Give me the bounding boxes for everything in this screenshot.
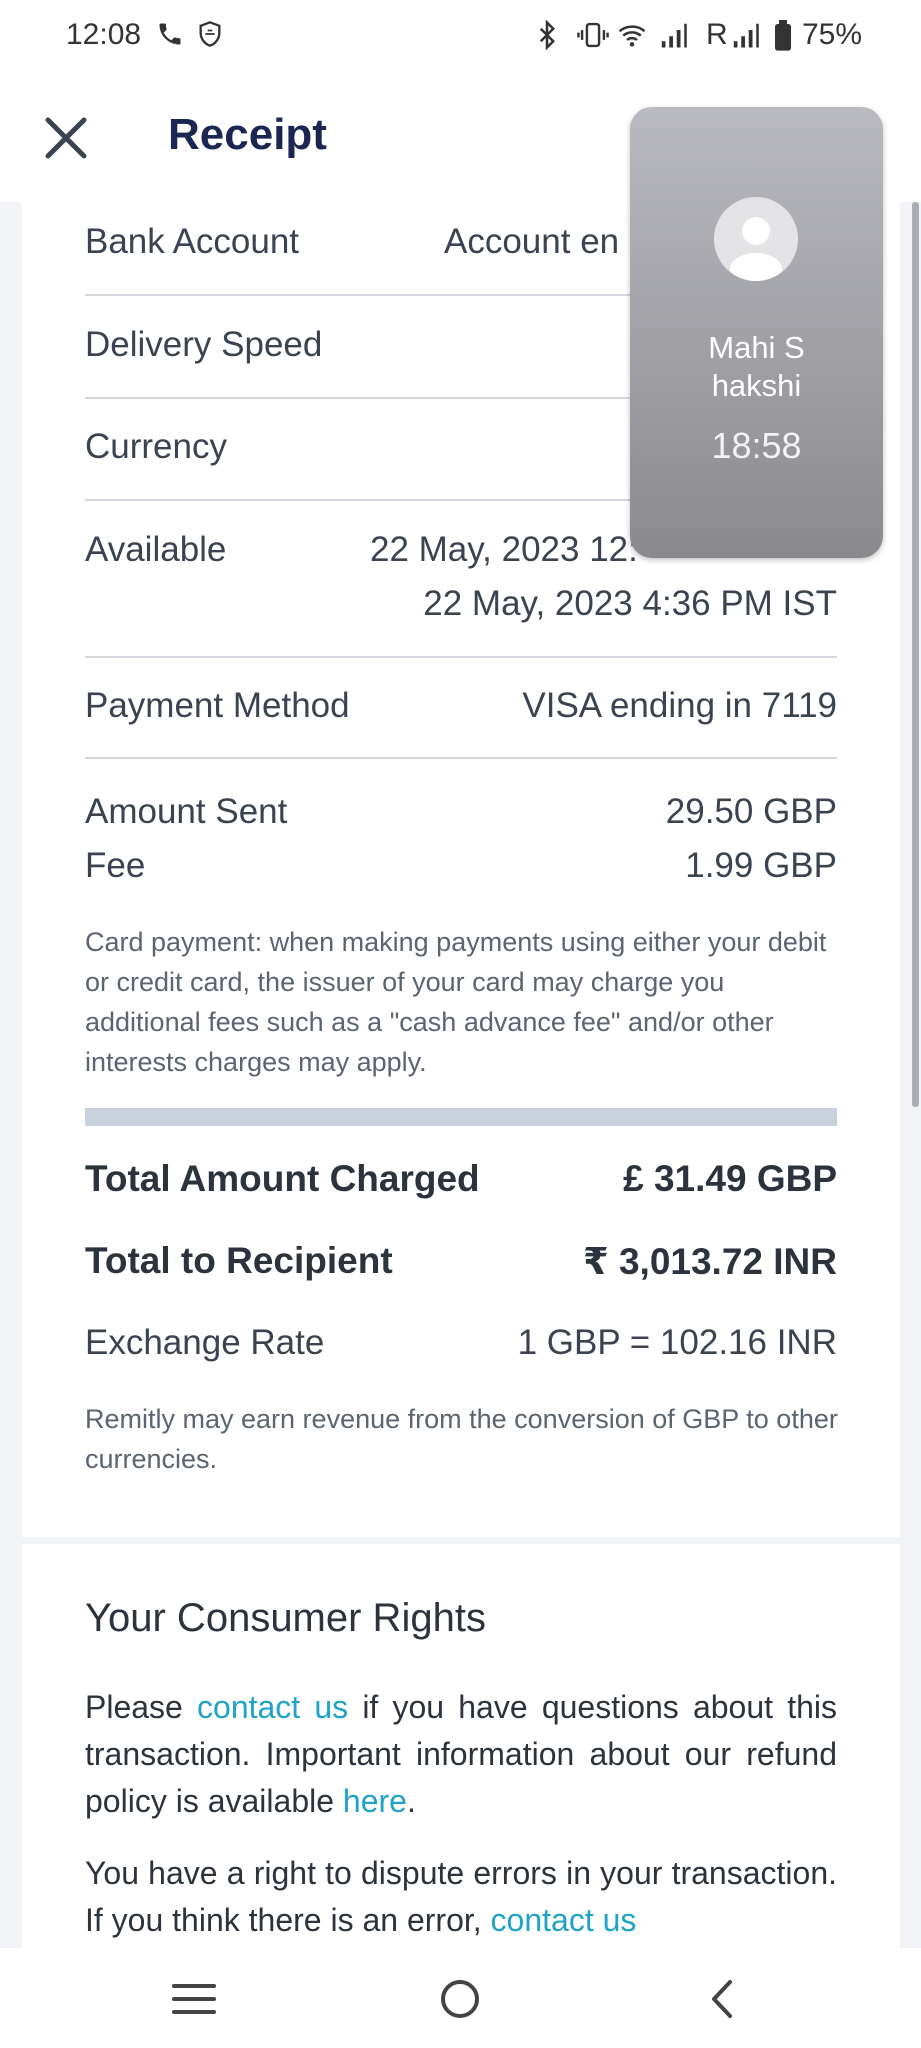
payment-method-label: Payment Method [85,686,350,725]
caller-name: Mahi S hakshi [630,329,883,405]
close-icon [45,117,87,159]
bank-account-label: Bank Account [85,222,300,261]
recent-apps-button[interactable] [164,1974,224,2024]
currency-label: Currency [85,427,227,466]
shield-icon [199,21,221,47]
fee-label: Fee [85,846,146,885]
available-value-line2: 22 May, 2023 4:36 PM IST [423,584,837,623]
phone-call-icon [159,23,181,45]
home-icon [441,1980,479,2018]
close-button[interactable] [38,110,94,166]
vibrate-icon [577,22,609,48]
card-payment-note: Card payment: when making payments using… [85,927,827,1077]
back-icon [712,1980,732,2018]
amount-sent-value: 29.50 GBP [665,792,837,831]
battery-icon [775,20,791,51]
system-nav-bar [0,1948,921,2048]
bank-account-value: Account en [444,222,620,261]
caller-avatar-icon [714,197,798,281]
signal-icon [661,23,687,48]
battery-percent: 75% [802,18,863,51]
para-text: . [406,1783,416,1819]
total-recipient-label: Total to Recipient [85,1240,393,1281]
fee-value: 1.99 GBP [685,846,837,885]
wifi-icon [618,25,646,47]
revenue-note: Remitly may earn revenue from the conver… [85,1404,838,1474]
status-bar: 12:08 R 75% [0,0,921,72]
scrollbar[interactable] [912,202,919,1107]
available-value-line1: 22 May, 2023 12: [370,530,638,569]
recent-apps-icon [172,1984,216,2014]
total-charged-value: £ 31.49 GBP [623,1158,837,1199]
caller-name-line1: Mahi S [708,330,805,365]
divider [85,656,837,658]
payment-method-value: VISA ending in 7119 [522,686,837,725]
refund-policy-link[interactable]: here [343,1783,407,1819]
total-recipient-value: ₹ 3,013.72 INR [582,1241,837,1282]
contact-us-link-2[interactable]: contact us [491,1902,637,1938]
divider [85,757,837,759]
contact-us-link[interactable]: contact us [197,1689,348,1725]
bluetooth-icon [539,20,556,50]
para-text: Please [85,1689,198,1725]
section-separator [85,1108,837,1126]
page-title: Receipt [168,110,327,159]
ongoing-call-bubble[interactable]: Mahi S hakshi 18:58 [630,107,883,558]
signal-icon-2 [733,23,759,48]
total-charged-label: Total Amount Charged [85,1158,480,1199]
home-button[interactable] [430,1974,490,2024]
consumer-rights-title: Your Consumer Rights [85,1596,486,1640]
para-text: You have a right to dispute errors in yo… [85,1855,837,1938]
call-duration: 18:58 [711,425,802,466]
delivery-speed-label: Delivery Speed [85,325,323,364]
consumer-rights-paragraph-2: You have a right to dispute errors in yo… [85,1850,837,1944]
back-button[interactable] [694,1974,754,2024]
exchange-rate-value: 1 GBP = 102.16 INR [517,1323,837,1362]
consumer-rights-paragraph-1: Please contact us if you have questions … [85,1684,837,1825]
network-roaming-label: R [706,18,728,51]
caller-name-line2: hakshi [711,368,802,403]
status-time: 12:08 [66,18,142,51]
available-label: Available [85,530,227,569]
exchange-rate-label: Exchange Rate [85,1323,325,1362]
amount-sent-label: Amount Sent [85,792,288,831]
